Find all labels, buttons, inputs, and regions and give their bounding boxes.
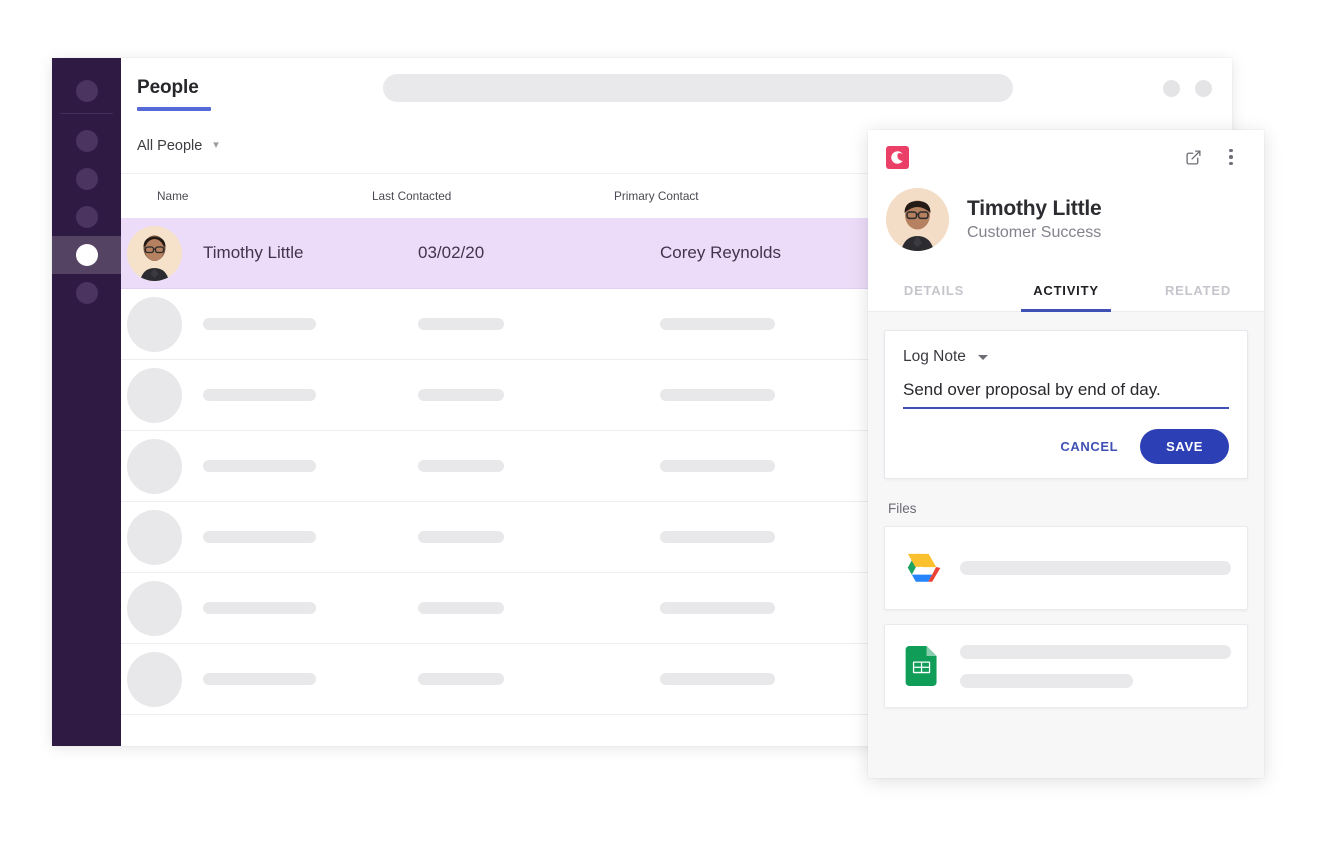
save-button[interactable]: SAVE xyxy=(1140,429,1229,464)
detail-panel-toolbar xyxy=(868,130,1264,184)
cell-name-placeholder xyxy=(203,673,418,685)
chevron-down-icon xyxy=(977,354,988,360)
copper-crescent-icon xyxy=(886,145,909,169)
contact-role: Customer Success xyxy=(967,224,1102,241)
sidebar-dot-icon-1 xyxy=(75,80,98,102)
note-actions: CANCEL SAVE xyxy=(903,429,1229,464)
detail-panel-body: Log Note Send over proposal by end of da… xyxy=(868,312,1264,708)
view-selector-label[interactable]: All People xyxy=(137,138,202,154)
cell-last-contacted: 03/02/20 xyxy=(418,243,485,262)
google-sheets-icon xyxy=(901,645,943,687)
note-type-label: Log Note xyxy=(903,348,966,365)
column-header-name[interactable]: Name xyxy=(157,189,372,203)
sidebar-item-4[interactable] xyxy=(52,198,121,236)
avatar-placeholder xyxy=(127,651,182,707)
cell-name-placeholder xyxy=(203,531,418,543)
column-header-primary-contact[interactable]: Primary Contact xyxy=(614,189,864,203)
avatar-placeholder xyxy=(127,509,182,565)
cell-last-contacted-placeholder xyxy=(418,673,660,685)
avatar-placeholder xyxy=(127,367,182,423)
kebab-dots xyxy=(1229,148,1233,166)
cell-name-placeholder xyxy=(203,389,418,401)
file-name-placeholder xyxy=(960,644,1231,688)
sidebar-item-5-active[interactable] xyxy=(52,236,121,274)
sidebar-item-3[interactable] xyxy=(52,160,121,198)
sidebar-dot-icon-5 xyxy=(75,244,98,266)
sidebar-dot-icon-2 xyxy=(75,130,98,152)
avatar-placeholder xyxy=(127,438,182,494)
log-note-card: Log Note Send over proposal by end of da… xyxy=(884,330,1248,479)
avatar xyxy=(127,225,182,281)
cell-name-placeholder xyxy=(203,602,418,614)
cancel-button[interactable]: CANCEL xyxy=(1046,431,1132,462)
contact-name: Timothy Little xyxy=(967,197,1102,220)
page-title-underline xyxy=(137,107,211,111)
file-item-google-drive[interactable] xyxy=(884,526,1248,610)
sidebar-item-1[interactable] xyxy=(52,72,121,110)
contact-identity-text: Timothy Little Customer Success xyxy=(967,197,1102,242)
page-title: People xyxy=(137,77,199,98)
detail-panel-tabs: DETAILS ACTIVITY RELATED xyxy=(868,277,1264,312)
sidebar-divider xyxy=(60,113,113,114)
cell-last-contacted-placeholder xyxy=(418,602,660,614)
avatar xyxy=(886,188,949,251)
files-section-title: Files xyxy=(888,501,917,516)
screenshot-root: People All People ▾ Name Last Contacted … xyxy=(0,0,1318,860)
detail-panel-header: Timothy Little Customer Success DETAILS … xyxy=(868,130,1264,312)
search-input[interactable] xyxy=(383,74,1013,102)
cell-name: Timothy Little xyxy=(203,243,304,262)
sidebar-dot-icon-6 xyxy=(75,282,98,304)
cell-name-placeholder xyxy=(203,318,418,330)
file-name-placeholder xyxy=(960,561,1231,575)
avatar[interactable] xyxy=(1195,79,1212,97)
contact-identity: Timothy Little Customer Success xyxy=(868,184,1264,277)
note-text-input[interactable]: Send over proposal by end of day. xyxy=(903,380,1229,409)
avatar-placeholder xyxy=(127,296,182,352)
cell-last-contacted-placeholder xyxy=(418,460,660,472)
tab-related[interactable]: RELATED xyxy=(1132,277,1264,311)
chevron-down-icon[interactable]: ▾ xyxy=(213,140,219,151)
cell-last-contacted-placeholder xyxy=(418,531,660,543)
file-item-google-sheets[interactable] xyxy=(884,624,1248,708)
note-type-selector[interactable]: Log Note xyxy=(903,348,1229,366)
page-title-wrap: People xyxy=(137,77,227,111)
sidebar-item-2[interactable] xyxy=(52,122,121,160)
open-in-new-icon[interactable] xyxy=(1182,146,1204,168)
sidebar-item-6[interactable] xyxy=(52,274,121,312)
sidebar-dot-icon-4 xyxy=(75,206,98,228)
topbar-action-icon-1[interactable] xyxy=(1163,79,1180,97)
contact-detail-panel: Timothy Little Customer Success DETAILS … xyxy=(868,130,1264,778)
avatar-placeholder xyxy=(127,580,182,636)
column-header-last-contacted[interactable]: Last Contacted xyxy=(372,189,614,203)
cell-last-contacted-placeholder xyxy=(418,389,660,401)
sidebar xyxy=(52,58,121,746)
google-drive-icon xyxy=(901,547,943,589)
cell-name-placeholder xyxy=(203,460,418,472)
cell-last-contacted-placeholder xyxy=(418,318,660,330)
topbar: People xyxy=(121,58,1232,118)
sidebar-dot-icon-3 xyxy=(75,168,98,190)
tab-details[interactable]: DETAILS xyxy=(868,277,1000,311)
sidebar-top-spacer xyxy=(52,58,121,72)
tab-activity[interactable]: ACTIVITY xyxy=(1000,277,1132,312)
more-vertical-icon[interactable] xyxy=(1220,146,1242,168)
